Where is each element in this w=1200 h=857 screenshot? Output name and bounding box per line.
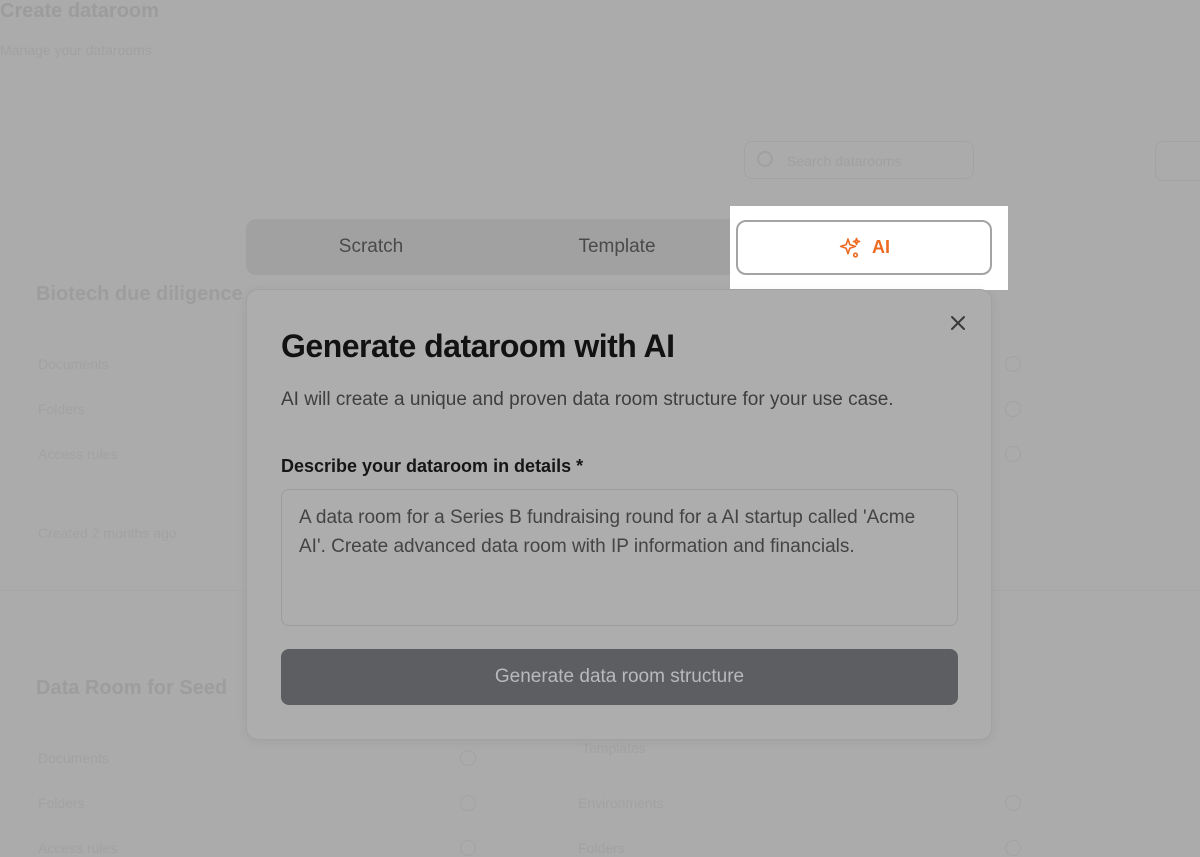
corner-button[interactable] [1155, 141, 1200, 181]
dataroom-description-textarea[interactable]: A data room for a Series B fundraising r… [281, 489, 958, 626]
card-item: Folders [38, 401, 85, 417]
search-placeholder: Search datarooms [787, 153, 902, 169]
dialog-description: AI will create a unique and proven data … [281, 389, 894, 410]
card-item: Templates [582, 740, 646, 756]
card-item: Folders [578, 840, 625, 856]
card-item: Folders [38, 795, 85, 811]
check-icon [460, 795, 476, 811]
search-input[interactable]: Search datarooms [744, 141, 974, 179]
card-item: Documents [38, 750, 109, 766]
dialog-title: Generate dataroom with AI [281, 328, 675, 364]
generate-structure-button[interactable]: Generate data room structure [281, 649, 958, 705]
description-field-label: Describe your dataroom in details * [281, 456, 584, 476]
tab-scratch[interactable]: Scratch [246, 219, 496, 275]
search-icon [757, 151, 773, 167]
sparkles-icon [839, 237, 861, 258]
check-icon [1005, 401, 1021, 417]
check-icon [1005, 356, 1021, 372]
card-footer: Created 2 months ago [38, 525, 177, 541]
page-title: Create dataroom [0, 0, 159, 22]
check-icon [1005, 446, 1021, 462]
card-item: Access rules [38, 840, 118, 856]
check-icon [1005, 840, 1021, 856]
card-title: Data Room for Seed [36, 677, 228, 699]
card-item: Documents [38, 356, 109, 372]
generate-ai-dialog: Generate dataroom with AI AI will create… [246, 289, 992, 740]
check-icon [460, 750, 476, 766]
page-subtitle: Manage your datarooms [0, 42, 152, 58]
check-icon [1005, 795, 1021, 811]
close-icon[interactable] [947, 312, 969, 334]
tab-ai-label: AI [872, 237, 890, 257]
check-icon [460, 840, 476, 856]
card-item: Environments [578, 795, 664, 811]
card-item: Access rules [38, 446, 118, 462]
card-title: Biotech due diligence [36, 283, 243, 305]
tab-ai[interactable]: AI [736, 220, 992, 275]
tab-template[interactable]: Template [492, 219, 742, 275]
